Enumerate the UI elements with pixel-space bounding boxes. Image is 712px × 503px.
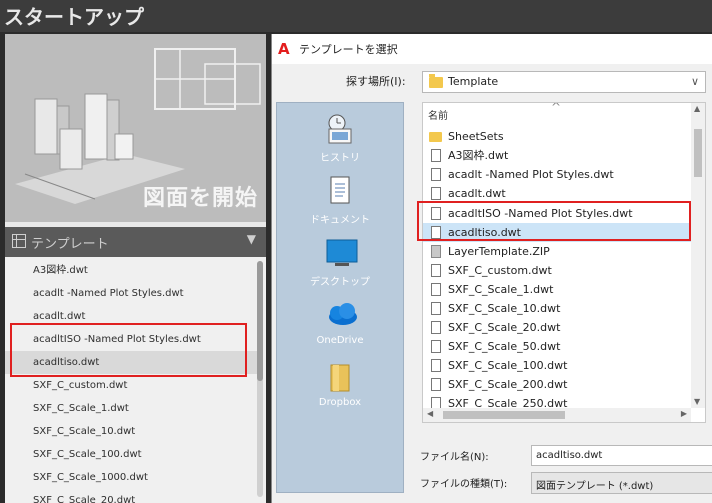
scrollbar-thumb[interactable] [443, 411, 565, 419]
template-item[interactable]: SXF_C_Scale_10.dwt [5, 420, 257, 443]
scroll-up-arrow-icon[interactable]: ▲ [694, 104, 700, 113]
file-type-label: ファイルの種類(T): [420, 479, 508, 490]
template-list: A3図枠.dwt acadlt -Named Plot Styles.dwt a… [5, 257, 266, 503]
scrollbar-thumb[interactable] [257, 261, 263, 381]
file-name: SXF_C_Scale_200.dwt [448, 378, 568, 391]
autocad-logo-icon: A [278, 40, 290, 58]
place-dropbox[interactable]: Dropbox [277, 355, 403, 417]
sort-caret-icon: ^ [551, 102, 562, 114]
file-icon [431, 321, 441, 334]
file-row[interactable]: SXF_C_Scale_100.dwt [423, 356, 691, 375]
file-icon [431, 264, 441, 277]
place-history[interactable]: ヒストリ [277, 107, 403, 169]
template-item[interactable]: SXF_C_Scale_1000.dwt [5, 466, 257, 489]
dialog-title: テンプレートを選択 [299, 43, 398, 56]
folder-icon [429, 132, 442, 142]
history-icon [328, 114, 352, 144]
startup-header: スタートアップ [0, 0, 712, 32]
desktop-icon [326, 239, 358, 266]
scrollbar-thumb[interactable] [694, 129, 702, 177]
file-row[interactable]: SheetSets [423, 127, 691, 146]
file-list: 名前 ^ SheetSets A3図枠.dwt acadlt -Named Pl… [422, 102, 706, 423]
file-row[interactable]: SXF_C_Scale_1.dwt [423, 280, 691, 299]
template-item[interactable]: SXF_C_Scale_20.dwt [5, 489, 257, 503]
onedrive-cloud-icon [329, 303, 357, 325]
file-name: acadlt -Named Plot Styles.dwt [448, 168, 614, 181]
file-name: SXF_C_Scale_10.dwt [448, 302, 561, 315]
file-row[interactable]: acadlt -Named Plot Styles.dwt [423, 165, 691, 184]
file-name: SXF_C_custom.dwt [448, 264, 552, 277]
dialog-titlebar: A テンプレートを選択 [272, 34, 712, 64]
annotation-highlight-box [417, 201, 691, 241]
scroll-down-arrow-icon[interactable]: ▼ [694, 397, 700, 406]
documents-icon [330, 176, 350, 204]
file-name: LayerTemplate.ZIP [448, 245, 550, 258]
file-icon [431, 168, 441, 181]
file-icon [431, 340, 441, 353]
file-icon [431, 359, 441, 372]
grid-icon [12, 234, 26, 248]
file-icon [431, 302, 441, 315]
place-label: ドキュメント [310, 215, 370, 226]
look-in-value: Template [448, 75, 499, 88]
file-name-label: ファイル名(N): [420, 452, 489, 463]
start-drawing-tile[interactable]: 図面を開始 [5, 34, 266, 222]
file-name: SXF_C_Scale_20.dwt [448, 321, 561, 334]
templates-title: テンプレート [31, 237, 109, 252]
name-column-header[interactable]: 名前 [428, 107, 448, 122]
file-name: SheetSets [448, 130, 504, 143]
annotation-highlight-box [10, 323, 247, 377]
file-icon [431, 378, 441, 391]
zip-file-icon [431, 245, 441, 258]
template-scrollbar[interactable] [257, 261, 263, 497]
start-drawing-label: 図面を開始 [142, 186, 258, 211]
template-item[interactable]: A3図枠.dwt [5, 259, 257, 282]
file-name: SXF_C_Scale_50.dwt [448, 340, 561, 353]
file-name: SXF_C_Scale_1.dwt [448, 283, 554, 296]
file-icon [431, 283, 441, 296]
place-label: Dropbox [318, 397, 362, 408]
folder-icon [429, 74, 443, 88]
file-type-dropdown[interactable]: 図面テンプレート (*.dwt) [531, 472, 712, 494]
templates-header[interactable]: テンプレート ▼ [5, 227, 266, 257]
template-item[interactable]: SXF_C_Scale_1.dwt [5, 397, 257, 420]
place-label: ヒストリ [320, 153, 360, 164]
place-documents[interactable]: ドキュメント [277, 169, 403, 231]
template-item[interactable]: SXF_C_Scale_100.dwt [5, 443, 257, 466]
startup-title: スタートアップ [4, 5, 144, 29]
chevron-down-icon[interactable]: ∨ [691, 75, 699, 88]
file-row[interactable]: SXF_C_Scale_20.dwt [423, 318, 691, 337]
file-icon [431, 149, 441, 162]
dropbox-folder-icon [330, 364, 350, 392]
place-label: デスクトップ [310, 277, 370, 288]
places-bar: ヒストリ ドキュメント デスクトップ OneDrive Dropbox [276, 102, 404, 493]
file-list-horizontal-scrollbar[interactable]: ◀ ▶ [423, 408, 691, 422]
file-row[interactable]: A3図枠.dwt [423, 146, 691, 165]
look-in-dropdown[interactable]: Template ∨ [422, 71, 706, 93]
scroll-left-arrow-icon[interactable]: ◀ [427, 409, 433, 418]
select-template-dialog: A テンプレートを選択 探す場所(I): Template ∨ ヒストリ ドキュ… [271, 34, 712, 503]
template-item[interactable]: acadlt -Named Plot Styles.dwt [5, 282, 257, 305]
file-row[interactable]: SXF_C_Scale_10.dwt [423, 299, 691, 318]
place-label: OneDrive [316, 335, 364, 346]
template-item[interactable]: SXF_C_custom.dwt [5, 374, 257, 397]
file-row[interactable]: SXF_C_Scale_200.dwt [423, 375, 691, 394]
file-name-input[interactable] [531, 445, 712, 466]
file-icon [431, 187, 441, 200]
start-panel: 図面を開始 テンプレート ▼ A3図枠.dwt acadlt -Named Pl… [5, 34, 266, 503]
file-type-value: 図面テンプレート (*.dwt) [536, 481, 654, 492]
file-name: acadlt.dwt [448, 187, 506, 200]
file-name: SXF_C_Scale_100.dwt [448, 359, 568, 372]
file-name: A3図枠.dwt [448, 149, 509, 162]
place-desktop[interactable]: デスクトップ [277, 231, 403, 293]
file-row[interactable]: SXF_C_custom.dwt [423, 261, 691, 280]
look-in-label: 探す場所(I): [346, 75, 406, 88]
place-onedrive[interactable]: OneDrive [277, 293, 403, 355]
file-row[interactable]: LayerTemplate.ZIP [423, 242, 691, 261]
chevron-down-icon[interactable]: ▼ [247, 232, 256, 246]
scroll-right-arrow-icon[interactable]: ▶ [681, 409, 687, 418]
file-list-vertical-scrollbar[interactable]: ▲ ▼ [691, 103, 705, 408]
file-row[interactable]: SXF_C_Scale_50.dwt [423, 337, 691, 356]
